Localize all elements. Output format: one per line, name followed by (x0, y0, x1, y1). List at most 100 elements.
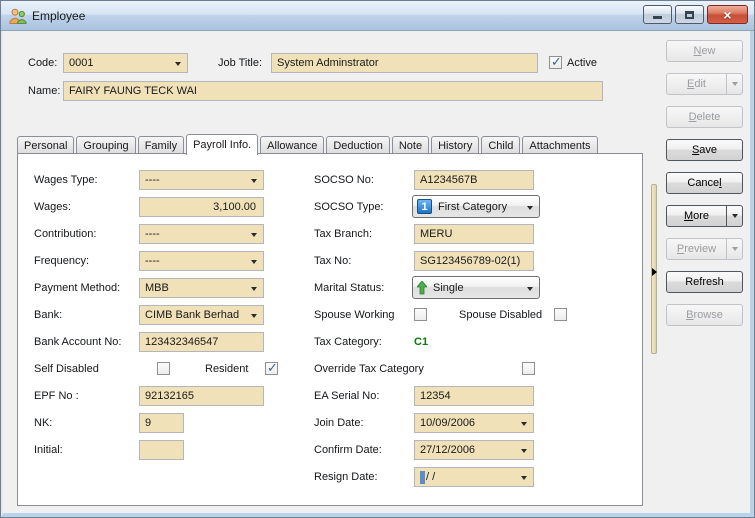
job-title-input[interactable]: System Adminstrator (271, 53, 538, 73)
tab-label: Attachments (529, 139, 591, 152)
tab-grouping[interactable]: Grouping (76, 136, 136, 154)
tab-child[interactable]: Child (481, 136, 521, 154)
spouse-disabled-checkbox[interactable] (554, 308, 567, 321)
wages-type-combo[interactable]: ---- (139, 170, 264, 190)
contribution-value: ---- (145, 228, 160, 240)
save-button[interactable]: Save (666, 139, 743, 161)
employee-people-icon (9, 8, 27, 24)
active-label: Active (567, 57, 597, 69)
dropdown-arrow-icon (527, 206, 533, 210)
ea-serial-no-input[interactable]: 12354 (414, 386, 534, 406)
browse-button[interactable]: Browse (666, 304, 743, 326)
preview-dropdown-arrow-icon[interactable] (726, 239, 742, 259)
more-dropdown-arrow-icon[interactable] (726, 206, 742, 226)
dropdown-arrow-icon (251, 260, 257, 264)
preview-button[interactable]: Preview (666, 238, 743, 260)
browse-button-label: Browse (686, 309, 723, 321)
ea-serial-no-label: EA Serial No: (314, 390, 380, 402)
wages-label: Wages: (34, 201, 71, 213)
resign-date-value: / / (426, 471, 436, 483)
new-button[interactable]: New (666, 40, 743, 62)
tab-label: Grouping (83, 139, 129, 152)
tab-attachments[interactable]: Attachments (522, 136, 598, 154)
job-title-value: System Adminstrator (277, 57, 379, 69)
dropdown-arrow-icon (251, 314, 257, 318)
tab-note[interactable]: Note (391, 136, 430, 154)
titlebar[interactable]: Employee × (1, 1, 754, 31)
marital-status-value: Single (433, 281, 464, 294)
join-date-picker[interactable]: 10/09/2006 (414, 413, 534, 433)
wages-value: 3,100.00 (213, 201, 256, 213)
delete-button-label: Delete (688, 111, 721, 123)
socso-type-value: First Category (438, 200, 508, 213)
panel-splitter[interactable] (651, 184, 657, 354)
preview-button-label: Preview (676, 243, 717, 255)
frequency-label: Frequency: (34, 255, 90, 267)
bank-account-no-input[interactable]: 123432346547 (139, 332, 264, 352)
collapse-arrow-icon (652, 268, 657, 276)
payroll-info-panel: Wages Type: ---- Wages: 3,100.00 Contrib… (17, 153, 643, 506)
resident-checkbox[interactable] (265, 360, 278, 376)
tab-family[interactable]: Family (137, 136, 185, 154)
tab-personal[interactable]: Personal (17, 136, 75, 154)
first-category-number-icon: 1 (417, 199, 432, 214)
socso-no-value: A1234567B (420, 174, 478, 186)
dropdown-arrow-icon (251, 233, 257, 237)
tax-branch-label: Tax Branch: (314, 228, 373, 240)
confirm-date-picker[interactable]: 27/12/2006 (414, 440, 534, 460)
nk-input[interactable]: 9 (139, 413, 184, 433)
wages-type-value: ---- (145, 174, 160, 186)
wages-type-label: Wages Type: (34, 174, 98, 186)
more-button[interactable]: More (666, 205, 743, 227)
ea-serial-no-value: 12354 (420, 390, 451, 402)
override-tax-category-label: Override Tax Category (314, 363, 424, 375)
name-input[interactable]: FAIRY FAUNG TECK WAI (63, 81, 603, 101)
tab-payroll-info[interactable]: Payroll Info. (186, 134, 259, 155)
tab-deduction[interactable]: Deduction (326, 136, 390, 154)
self-disabled-checkbox[interactable] (157, 362, 170, 375)
dropdown-arrow-icon (175, 62, 181, 66)
epf-no-input[interactable]: 92132165 (139, 386, 264, 406)
cancel-button[interactable]: Cance l (666, 172, 743, 194)
payment-method-combo[interactable]: MBB (139, 278, 264, 298)
new-button-label: New (693, 45, 716, 57)
tax-no-input[interactable]: SG123456789-02(1) (414, 251, 534, 271)
join-date-label: Join Date: (314, 417, 364, 429)
contribution-combo[interactable]: ---- (139, 224, 264, 244)
tax-no-label: Tax No: (314, 255, 352, 267)
minimize-button[interactable] (643, 5, 672, 24)
tax-branch-input[interactable]: MERU (414, 224, 534, 244)
edit-dropdown-arrow-icon[interactable] (726, 74, 742, 94)
spouse-working-checkbox[interactable] (414, 308, 427, 321)
active-checkbox[interactable] (549, 54, 562, 70)
delete-button[interactable]: Delete (666, 106, 743, 128)
frequency-combo[interactable]: ---- (139, 251, 264, 271)
code-combo[interactable]: 0001 (63, 53, 188, 73)
bank-account-no-value: 123432346547 (145, 336, 219, 348)
tab-history[interactable]: History (431, 136, 480, 154)
override-tax-category-checkbox[interactable] (522, 362, 535, 375)
socso-type-combo[interactable]: 1 First Category (412, 195, 540, 218)
socso-no-input[interactable]: A1234567B (414, 170, 534, 190)
confirm-date-label: Confirm Date: (314, 444, 382, 456)
tab-label: Payroll Info. (193, 139, 252, 151)
initial-input[interactable] (139, 440, 184, 460)
bank-combo[interactable]: CIMB Bank Berhad (139, 305, 264, 325)
code-label: Code: (28, 57, 58, 69)
refresh-button[interactable]: Refresh (666, 271, 743, 293)
payment-method-label: Payment Method: (34, 282, 121, 294)
contribution-label: Contribution: (34, 228, 97, 240)
maximize-button[interactable] (675, 5, 704, 24)
tab-allowance[interactable]: Allowance (260, 136, 325, 154)
resident-label: Resident (205, 363, 249, 375)
dropdown-arrow-icon (521, 422, 527, 426)
wages-input[interactable]: 3,100.00 (139, 197, 264, 217)
marital-status-combo[interactable]: Single (412, 276, 540, 299)
close-button[interactable]: × (707, 5, 748, 24)
socso-no-label: SOCSO No: (314, 174, 374, 186)
edit-button[interactable]: Edit (666, 73, 743, 95)
name-value: FAIRY FAUNG TECK WAI (69, 85, 197, 97)
tax-category-label: Tax Category: (314, 336, 382, 348)
tab-label: Note (398, 139, 423, 152)
resign-date-picker[interactable]: / / (414, 467, 534, 487)
